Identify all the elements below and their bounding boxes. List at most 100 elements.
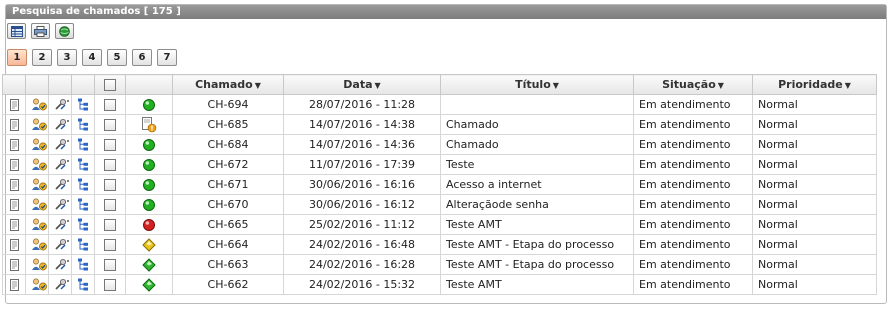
details-icon — [8, 198, 20, 211]
details-cell[interactable] — [2, 174, 26, 195]
row-checkbox[interactable] — [104, 259, 116, 271]
row-checkbox[interactable] — [104, 119, 116, 131]
tools-cell[interactable] — [48, 94, 72, 115]
table-row[interactable]: CH-684 14/07/2016 - 14:36 Chamado Em atendi… — [2, 134, 877, 155]
users-cell[interactable] — [25, 214, 49, 235]
table-row[interactable]: CH-664 24/02/2016 - 16:48 Teste AMT - Etap… — [2, 234, 877, 255]
users-cell[interactable] — [25, 134, 49, 155]
list-view-button[interactable] — [7, 23, 26, 39]
tree-cell[interactable] — [71, 154, 95, 175]
titulo-cell: Teste AMT - Etapa do processo — [440, 234, 634, 255]
page-7-button[interactable]: 7 — [157, 49, 177, 66]
status-cell — [125, 234, 173, 255]
column-header-prioridade[interactable]: Prioridade ▼ — [752, 74, 877, 95]
titulo-cell: Chamado — [440, 134, 634, 155]
refresh-button[interactable] — [55, 23, 74, 39]
tree-cell[interactable] — [71, 194, 95, 215]
details-cell[interactable] — [2, 214, 26, 235]
details-cell[interactable] — [2, 94, 26, 115]
page-5-button[interactable]: 5 — [107, 49, 127, 66]
column-header-chamado[interactable]: Chamado ▼ — [172, 74, 284, 95]
table-row[interactable]: CH-672 11/07/2016 - 17:39 Teste Em atendime… — [2, 154, 877, 175]
table-row[interactable]: CH-694 28/07/2016 - 11:28 Em atendimento No… — [2, 94, 877, 115]
table-row[interactable]: ! CH-685 14/07/2016 - 14:38 Chamado Em atend… — [2, 114, 877, 135]
tools-cell[interactable] — [48, 194, 72, 215]
page-2-button[interactable]: 2 — [32, 49, 52, 66]
details-cell[interactable] — [2, 194, 26, 215]
table-row[interactable]: CH-665 25/02/2016 - 11:12 Teste AMT Em aten… — [2, 214, 877, 235]
titulo-cell: Teste AMT - Etapa do processo — [440, 254, 634, 275]
tree-cell[interactable] — [71, 274, 95, 295]
tools-icon — [54, 138, 69, 151]
tree-cell[interactable] — [71, 174, 95, 195]
page-4-button[interactable]: 4 — [82, 49, 102, 66]
column-header-situacao[interactable]: Situação ▼ — [633, 74, 753, 95]
prioridade-cell: Normal — [752, 254, 877, 275]
chamado-cell: CH-685 — [172, 114, 284, 135]
details-cell[interactable] — [2, 114, 26, 135]
tools-cell[interactable] — [48, 134, 72, 155]
chamado-cell: CH-694 — [172, 94, 284, 115]
chamado-cell: CH-665 — [172, 214, 284, 235]
users-icon — [31, 98, 47, 111]
tree-cell[interactable] — [71, 114, 95, 135]
tree-cell[interactable] — [71, 214, 95, 235]
users-cell[interactable] — [25, 174, 49, 195]
page-6-button[interactable]: 6 — [132, 49, 152, 66]
select-all-checkbox[interactable] — [104, 79, 116, 91]
users-cell[interactable] — [25, 234, 49, 255]
yellow-status-icon — [131, 237, 167, 252]
users-cell[interactable] — [25, 94, 49, 115]
row-checkbox[interactable] — [104, 139, 116, 151]
tools-cell[interactable] — [48, 234, 72, 255]
row-checkbox[interactable] — [104, 279, 116, 291]
details-cell[interactable] — [2, 254, 26, 275]
row-checkbox[interactable] — [104, 199, 116, 211]
tree-cell[interactable] — [71, 254, 95, 275]
row-checkbox[interactable] — [104, 179, 116, 191]
details-cell[interactable] — [2, 234, 26, 255]
titulo-cell: Teste AMT — [440, 274, 634, 295]
table-row[interactable]: CH-663 24/02/2016 - 16:28 Teste AMT - Etap… — [2, 254, 877, 275]
row-checkbox[interactable] — [104, 159, 116, 171]
tree-cell[interactable] — [71, 234, 95, 255]
column-label: Título — [515, 78, 551, 91]
row-checkbox[interactable] — [104, 219, 116, 231]
situacao-cell: Em atendimento — [633, 94, 753, 115]
column-header-titulo[interactable]: Título ▼ — [440, 74, 634, 95]
status-cell — [125, 274, 173, 295]
row-checkbox[interactable] — [104, 99, 116, 111]
situacao-cell: Em atendimento — [633, 174, 753, 195]
tools-cell[interactable] — [48, 174, 72, 195]
tools-cell[interactable] — [48, 254, 72, 275]
details-cell[interactable] — [2, 154, 26, 175]
page-1-button[interactable]: 1 — [7, 49, 27, 66]
users-cell[interactable] — [25, 254, 49, 275]
row-checkbox[interactable] — [104, 239, 116, 251]
tools-cell[interactable] — [48, 114, 72, 135]
table-row[interactable]: CH-662 24/02/2016 - 15:32 Teste AMT Em aten… — [2, 274, 877, 295]
users-icon — [31, 258, 47, 271]
users-cell[interactable] — [25, 274, 49, 295]
users-cell[interactable] — [25, 114, 49, 135]
header-spacer — [2, 74, 26, 95]
print-button[interactable] — [31, 23, 50, 39]
users-cell[interactable] — [25, 194, 49, 215]
toolbar — [7, 23, 74, 39]
page-3-button[interactable]: 3 — [57, 49, 77, 66]
tree-cell[interactable] — [71, 94, 95, 115]
chamado-cell: CH-663 — [172, 254, 284, 275]
users-cell[interactable] — [25, 154, 49, 175]
table-row[interactable]: CH-670 30/06/2016 - 16:12 Alteraçãode senh… — [2, 194, 877, 215]
column-header-data[interactable]: Data ▼ — [283, 74, 441, 95]
details-cell[interactable] — [2, 134, 26, 155]
tree-cell[interactable] — [71, 134, 95, 155]
tools-cell[interactable] — [48, 214, 72, 235]
status-cell: ! — [125, 114, 173, 135]
tools-cell[interactable] — [48, 274, 72, 295]
tools-cell[interactable] — [48, 154, 72, 175]
table-body: CH-694 28/07/2016 - 11:28 Em atendimento No… — [2, 94, 877, 295]
details-cell[interactable] — [2, 274, 26, 295]
table-row[interactable]: CH-671 30/06/2016 - 16:16 Acesso a interne… — [2, 174, 877, 195]
checkbox-cell — [94, 94, 126, 115]
